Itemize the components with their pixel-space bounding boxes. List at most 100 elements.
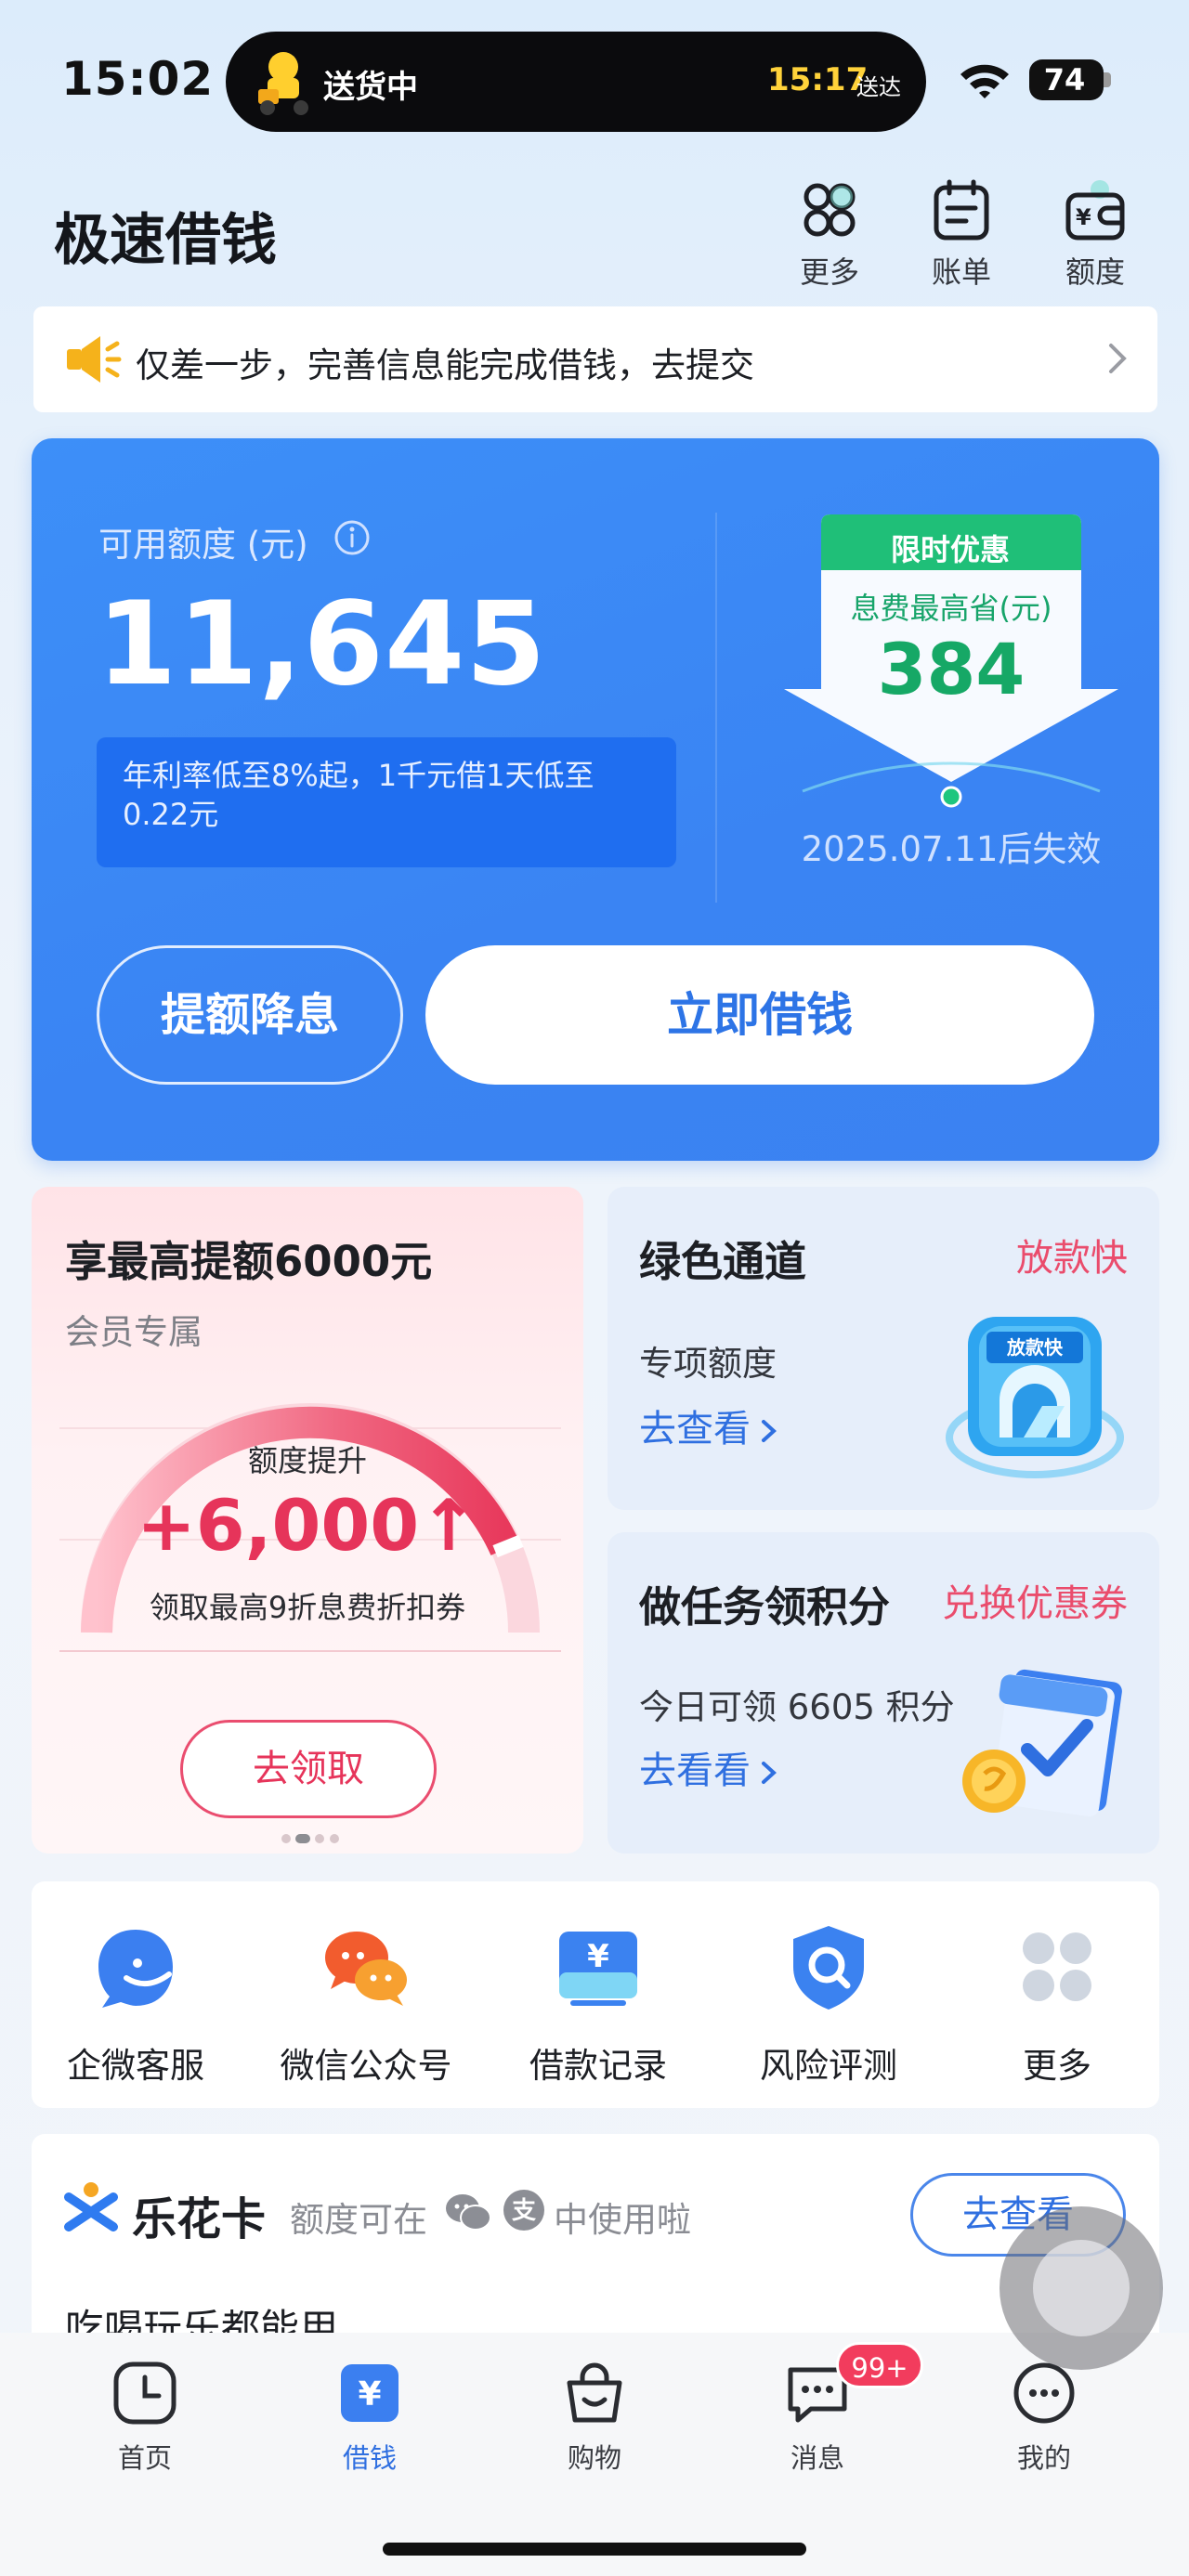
task-title: 做任务领积分 xyxy=(639,1582,891,1632)
green-channel-subtitle: 专项额度 xyxy=(639,1344,777,1384)
svg-text:¥: ¥ xyxy=(358,2375,381,2413)
more-circles-icon xyxy=(804,183,856,237)
header-bill-button[interactable]: 账单 xyxy=(910,178,1013,299)
gauge-value: +6,000↑ xyxy=(137,1484,478,1567)
task-link[interactable]: 去看看 xyxy=(639,1740,780,1794)
svg-text:¥: ¥ xyxy=(587,1938,609,1975)
yuan-icon: ¥ xyxy=(341,2364,399,2422)
chevron-right-icon xyxy=(1109,344,1127,373)
loan-record-icon: ¥ xyxy=(559,1932,637,2006)
wifi-icon xyxy=(960,64,1009,98)
tab-bar: 首页 ¥ 借钱 购物 消息 我的 xyxy=(0,2333,1189,2576)
svg-text:¥: ¥ xyxy=(1076,204,1091,230)
header-more-button[interactable]: 更多 xyxy=(778,178,881,299)
green-channel-title: 绿色通道 xyxy=(639,1237,807,1286)
claim-button[interactable]: 去领取 xyxy=(180,1720,437,1818)
tab-borrow-label: 借钱 xyxy=(342,2442,397,2474)
tab-messages-label: 消息 xyxy=(790,2442,844,2474)
island-eta-suffix: 送达 xyxy=(856,74,901,100)
shortcut-more[interactable]: 更多 xyxy=(964,1920,1150,2088)
limit-promo-card[interactable]: 享最高提额6000元 会员专属 额度提升 +6,000↑ 领取最高9折息费折扣券… xyxy=(32,1187,583,1854)
island-eta: 15:17 xyxy=(767,61,869,98)
tab-profile-label: 我的 xyxy=(1016,2442,1071,2474)
courier-icon xyxy=(258,52,308,115)
status-time: 15:02 xyxy=(61,52,215,106)
wechat-icon xyxy=(446,2194,491,2231)
shortcut-service-label: 企微客服 xyxy=(67,2046,204,2086)
tab-shopping-label: 购物 xyxy=(567,2442,621,2474)
gauge-label: 额度提升 xyxy=(247,1443,367,1478)
wallet-icon: ¥ xyxy=(1065,180,1125,241)
green-channel-link-label: 去查看 xyxy=(639,1408,751,1451)
lehua-desc: 额度可在 xyxy=(290,2200,427,2240)
tab-home[interactable]: 首页 xyxy=(71,2359,219,2476)
header-credit-label: 额度 xyxy=(1065,254,1125,290)
gauge-description: 领取最高9折息费折扣券 xyxy=(149,1590,466,1625)
bill-icon xyxy=(934,179,989,241)
shortcut-service[interactable]: 企微客服 xyxy=(43,1920,229,2088)
more-grid-icon xyxy=(1023,1932,1091,2001)
shortcut-loan-record[interactable]: ¥ 借款记录 xyxy=(505,1920,691,2088)
home-indicator[interactable] xyxy=(383,2543,806,2556)
limit-promo-title: 享最高提额6000元 xyxy=(65,1237,433,1286)
raise-limit-button[interactable]: 提额降息 xyxy=(97,945,403,1085)
tab-shopping[interactable]: 购物 xyxy=(520,2359,669,2476)
rate-info: 年利率低至8%起，1千元借1天低至0.22元 xyxy=(97,737,676,867)
shortcut-wechat[interactable]: 微信公众号 xyxy=(273,1920,459,2088)
svg-text:支: 支 xyxy=(512,2197,536,2225)
notice-text: 仅差一步，完善信息能完成借钱，去提交 xyxy=(136,345,754,385)
wechat-official-icon xyxy=(325,1932,407,2006)
shopping-bag-icon xyxy=(567,2362,622,2423)
tab-home-label: 首页 xyxy=(117,2442,172,2474)
credit-amount: 11,645 xyxy=(97,578,547,711)
task-subtitle: 今日可领 6605 积分 xyxy=(639,1687,955,1727)
clock-home-icon xyxy=(113,2361,176,2425)
fast-loan-art-text: 放款快 xyxy=(1006,1336,1064,1359)
chevron-right-icon xyxy=(762,1420,777,1442)
shortcut-risk-label: 风险评测 xyxy=(760,2046,897,2086)
card-divider xyxy=(715,513,717,903)
header-credit-button[interactable]: ¥ 额度 xyxy=(1044,178,1146,299)
carousel-dots[interactable] xyxy=(281,1833,340,1844)
alipay-icon: 支 xyxy=(503,2190,544,2231)
task-link-label: 去看看 xyxy=(639,1750,751,1792)
promo-expire: 2025.07.11后失效 xyxy=(801,829,1102,869)
tab-borrow[interactable]: ¥ 借钱 xyxy=(295,2359,444,2476)
shortcut-row: 企微客服 微信公众号 ¥ 借款记录 风险评测 更多 xyxy=(32,1881,1159,2108)
green-channel-link[interactable]: 去查看 xyxy=(639,1399,780,1452)
fast-loan-icon: 放款快 xyxy=(946,1317,1124,1478)
shortcut-wechat-label: 微信公众号 xyxy=(280,2046,452,2086)
shortcut-more-label: 更多 xyxy=(1023,2046,1091,2086)
assistive-touch-inner xyxy=(1033,2240,1130,2336)
page-title: 极速借钱 xyxy=(54,208,277,273)
chevron-right-icon xyxy=(762,1762,777,1784)
profile-icon xyxy=(1013,2362,1075,2424)
battery-tip xyxy=(1104,72,1111,87)
borrow-now-button[interactable]: 立即借钱 xyxy=(425,945,1094,1085)
battery-level: 74 xyxy=(1043,62,1086,98)
header-more-label: 更多 xyxy=(799,254,859,290)
calendar-check-icon xyxy=(962,1669,1122,1817)
risk-shield-icon xyxy=(793,1926,864,2010)
credit-card: 可用额度 (元) 11,645 年利率低至8%起，1千元借1天低至0.22元 限… xyxy=(32,438,1159,1161)
task-card[interactable]: 做任务领积分 兑换优惠券 今日可领 6605 积分 去看看 xyxy=(608,1532,1159,1854)
shortcut-loan-record-label: 借款记录 xyxy=(529,2046,667,2086)
lehua-desc-suffix: 中使用啦 xyxy=(554,2200,691,2240)
green-channel-tag: 放款快 xyxy=(1016,1237,1128,1280)
notice-bar[interactable]: 仅差一步，完善信息能完成借钱，去提交 xyxy=(33,306,1157,412)
limit-promo-subtitle: 会员专属 xyxy=(65,1312,203,1352)
info-icon[interactable] xyxy=(333,518,372,557)
speaker-icon xyxy=(67,336,122,383)
shortcut-risk[interactable]: 风险评测 xyxy=(736,1920,921,2088)
promo-value: 384 xyxy=(877,628,1026,710)
lehua-title: 乐花卡 xyxy=(132,2193,267,2245)
header-bill-label: 账单 xyxy=(931,254,991,290)
promo-subtitle: 息费最高省(元) xyxy=(850,591,1052,626)
credit-label: 可用额度 (元) xyxy=(98,525,308,565)
tab-profile[interactable]: 我的 xyxy=(970,2359,1118,2476)
service-icon xyxy=(98,1930,173,2008)
message-badge: 99+ xyxy=(836,2342,923,2388)
green-channel-card[interactable]: 绿色通道 放款快 专项额度 去查看 放款快 xyxy=(608,1187,1159,1510)
lehua-logo-icon xyxy=(64,2182,118,2231)
promo-tag: 限时优惠 xyxy=(890,532,1010,567)
